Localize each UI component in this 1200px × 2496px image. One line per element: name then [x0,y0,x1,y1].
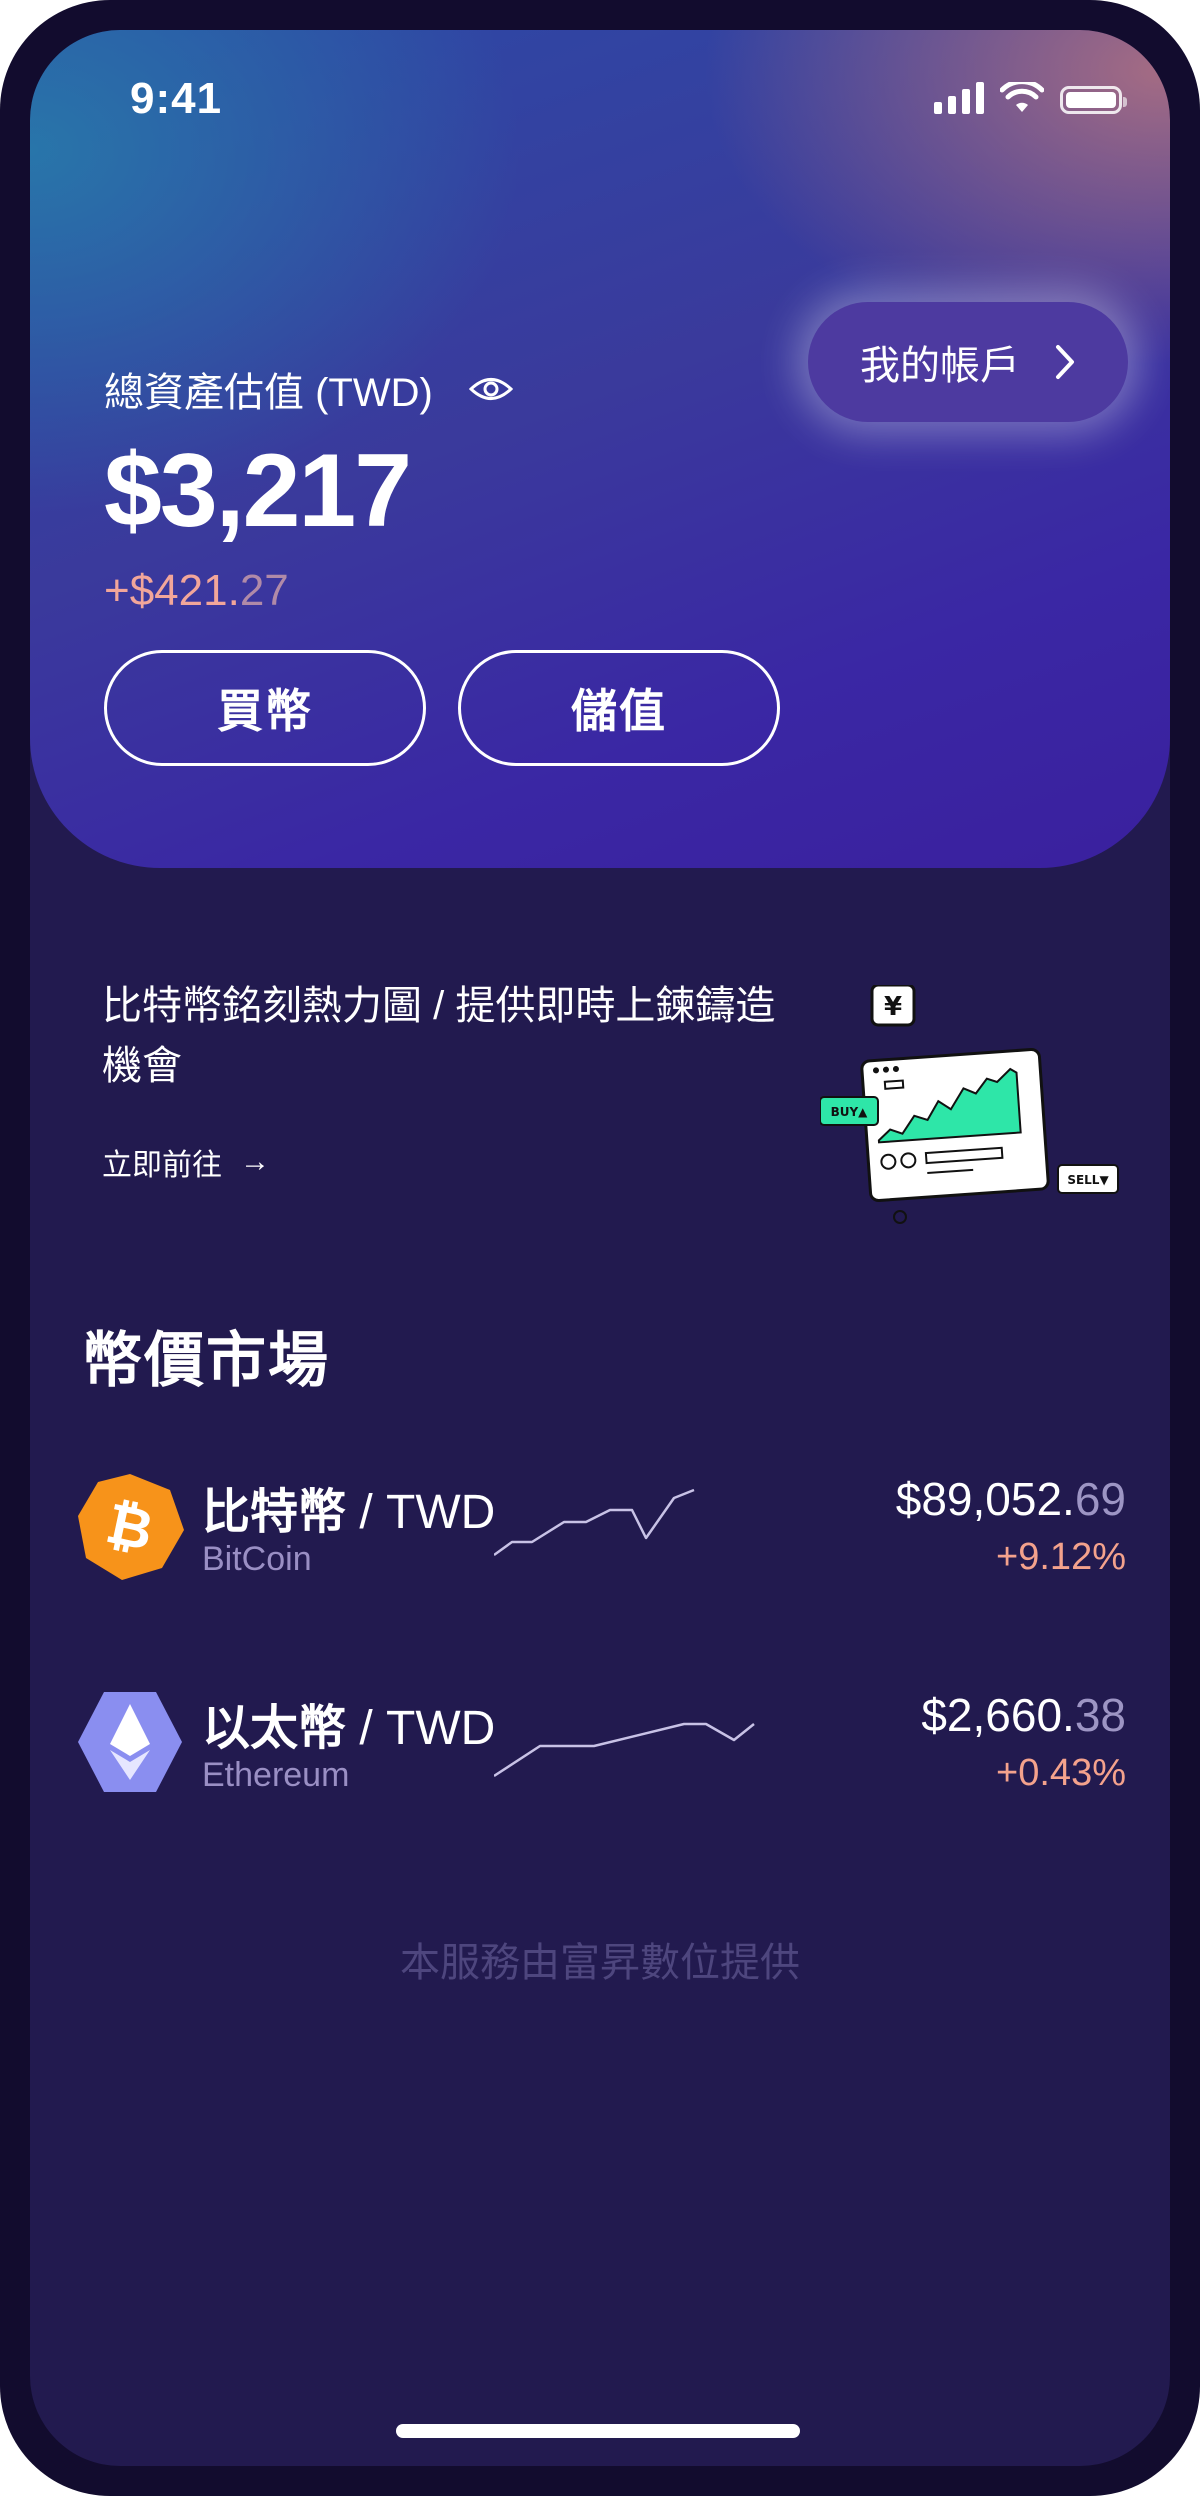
promo-text: 比特幣銘刻熱力圖 / 提供即時上鍊鑄造機會 [102,984,776,1088]
service-provider-note: 本服務由富昇數位提供 [400,1941,800,1985]
battery-icon [1060,86,1127,114]
status-icons [934,82,1127,114]
balance-change: +$421.27 [104,566,289,616]
market-title: 幣價市場 [82,1327,330,1394]
home-indicator[interactable] [396,2424,800,2438]
coin-change: +9.12% [996,1536,1126,1578]
coin-price: $2,660.38 [921,1688,1126,1742]
my-account-button[interactable]: 我的帳戶 [808,302,1128,422]
total-balance: $3,217 [104,433,412,549]
app-screen: 9:41 總資產估值 (TWD) $3,217 +$421.27 我的帳戶 買幣… [30,30,1170,2466]
price-sparkline [494,1722,755,1778]
balance-change-main: +$421. [104,566,240,615]
coin-name: 比特幣 / TWD [202,1472,495,1542]
asset-label-row: 總資產估值 (TWD) [104,360,513,418]
coin-name-label: 以太幣 [202,1702,347,1755]
coin-pair: / TWD [346,1702,496,1755]
coin-name-label: 比特幣 [202,1486,347,1539]
price-sparkline [494,1488,695,1557]
coin-row-bitcoin[interactable]: ₿ 比特幣 / TWD BitCoin $89,052.69 +9.12% [74,1460,1154,1590]
trading-chart-illustration: ¥ BUY▲ SELL▼ [820,985,1119,1224]
coin-subtitle: Ethereum [202,1756,350,1794]
coin-price-decimal: 38 [1074,1689,1126,1741]
coin-price-main: $2,660. [921,1689,1075,1741]
promo-link[interactable]: 立即前往 → [102,1140,270,1184]
chevron-right-icon [1056,345,1074,379]
bitcoin-icon: ₿ [78,1474,184,1580]
status-time: 9:41 [130,74,223,123]
coin-subtitle: BitCoin [202,1540,312,1578]
arrow-right-icon: → [240,1145,270,1178]
coin-price-decimal: 69 [1074,1473,1126,1525]
sell-tag: SELL▼ [1067,1173,1109,1187]
phone-frame: 9:41 總資產估值 (TWD) $3,217 +$421.27 我的帳戶 買幣… [0,0,1200,2496]
cellular-signal-icon [934,82,984,114]
ethereum-icon [78,1692,182,1792]
wifi-icon [1000,82,1044,112]
asset-label: 總資產估值 (TWD) [104,371,433,415]
buy-coin-button[interactable]: 買幣 [104,650,426,766]
coin-price-main: $89,052. [895,1473,1075,1525]
buy-tag: BUY▲ [831,1105,869,1119]
promo-link-label: 立即前往 [102,1149,222,1182]
balance-change-decimal: 27 [239,566,289,615]
coin-pair: / TWD [346,1486,496,1539]
my-account-label: 我的帳戶 [860,344,1020,388]
coin-change: +0.43% [996,1752,1126,1794]
coin-name: 以太幣 / TWD [202,1688,495,1758]
top-up-button[interactable]: 儲值 [458,650,780,766]
hero-header: 9:41 總資產估值 (TWD) $3,217 +$421.27 我的帳戶 買幣… [30,30,1170,868]
coin-row-ethereum[interactable]: 以太幣 / TWD Ethereum $2,660.38 +0.43% [74,1676,1154,1806]
eye-icon[interactable] [468,374,513,404]
coin-price: $89,052.69 [896,1472,1126,1526]
yen-sign: ¥ [884,992,902,1022]
